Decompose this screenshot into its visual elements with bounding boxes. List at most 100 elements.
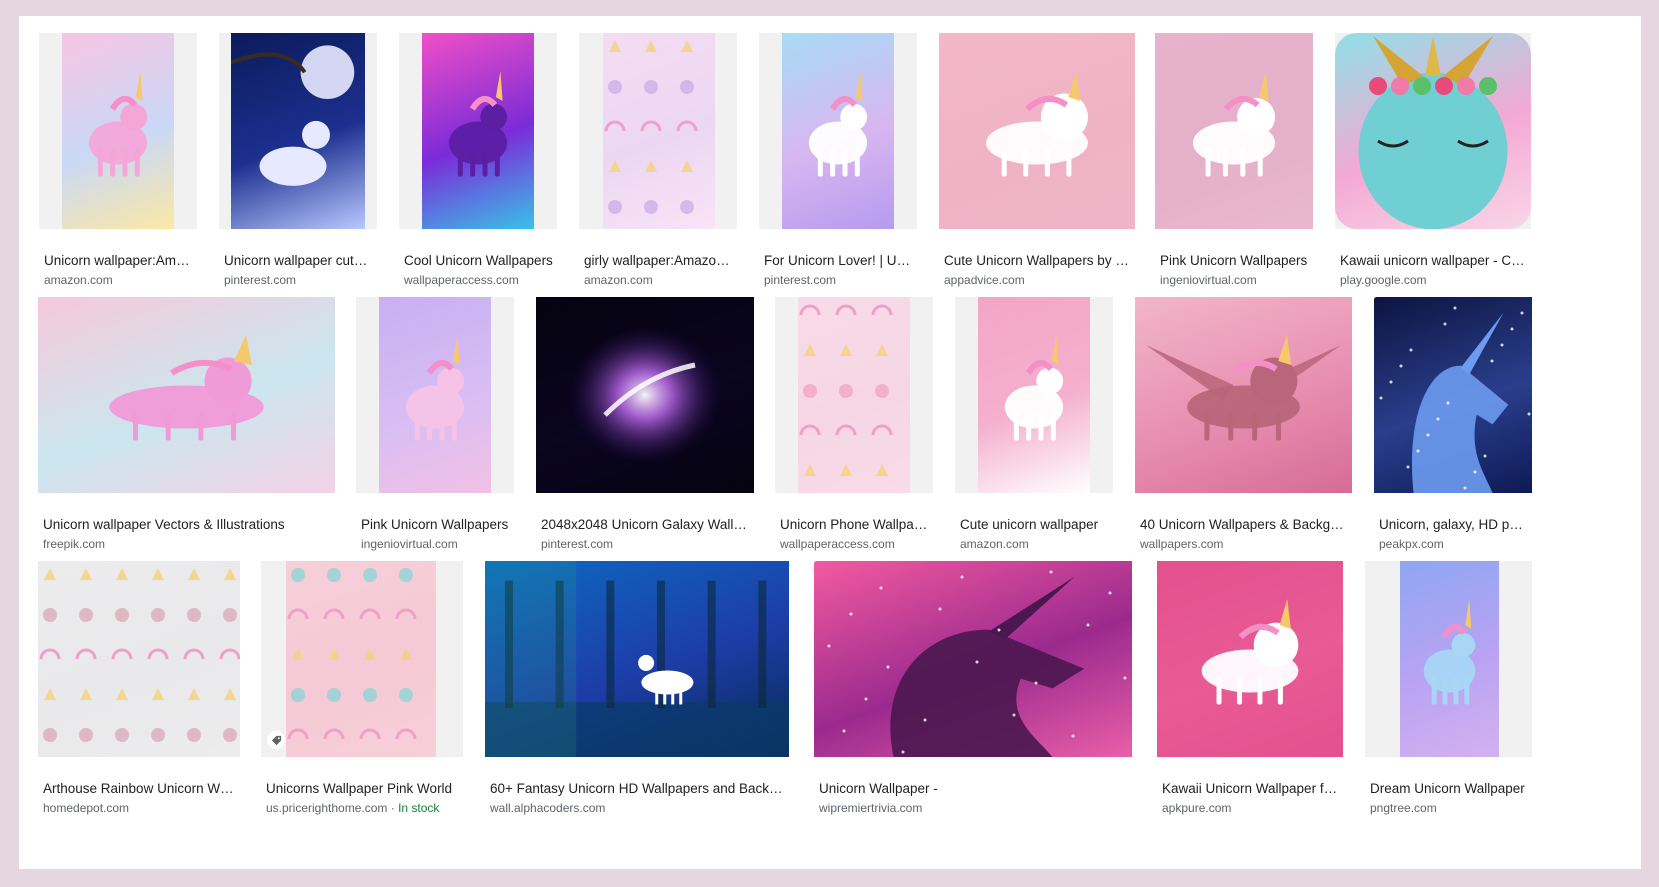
result-title[interactable]: Unicorn wallpaper:Amazon.com:Appstore fo… — [44, 252, 193, 269]
result-source[interactable]: pinterest.com — [541, 537, 750, 552]
image-thumbnail[interactable] — [1157, 561, 1343, 757]
image-thumbnail[interactable] — [798, 297, 910, 493]
image-thumbnail[interactable] — [231, 33, 365, 229]
image-thumbnail[interactable] — [603, 33, 715, 229]
image-result-tile[interactable]: Kawaii Unicorn Wallpaper for Android apkp… — [1157, 561, 1343, 823]
result-title[interactable]: Kawaii Unicorn Wallpaper for Android — [1162, 780, 1339, 797]
result-source[interactable]: freepik.com — [43, 537, 331, 552]
result-source[interactable]: amazon.com — [44, 273, 193, 288]
result-source[interactable]: apkpure.com — [1162, 801, 1339, 816]
image-result-tile[interactable]: Unicorn Phone Wallpapers wallpaperaccess.… — [775, 297, 933, 559]
image-result-tile[interactable]: For Unicorn Lover! | Unicorn wallpaper pi… — [759, 33, 917, 295]
result-source[interactable]: wipremiertrivia.com — [819, 801, 1128, 816]
image-thumbnail[interactable] — [379, 297, 491, 493]
image-result-tile[interactable]: Cute Unicorn Wallpapers by ZEDGE appadvic… — [939, 33, 1135, 295]
result-title[interactable]: girly wallpaper:Amazon.com — [584, 252, 733, 269]
image-thumbnail[interactable] — [1374, 297, 1532, 493]
image-thumbnail[interactable] — [1135, 297, 1352, 493]
image-thumbnail-frame[interactable] — [1365, 561, 1532, 757]
result-source[interactable]: wallpaperaccess.com — [404, 273, 553, 288]
image-result-tile[interactable]: Unicorn Wallpaper - wipremiertrivia.com — [814, 561, 1132, 823]
image-thumbnail-frame[interactable] — [399, 33, 557, 229]
image-thumbnail-frame[interactable] — [39, 33, 197, 229]
image-result-tile[interactable]: Unicorn wallpaper Vectors & Illustration… — [38, 297, 335, 559]
image-thumbnail-frame[interactable] — [38, 561, 240, 757]
result-title[interactable]: 2048x2048 Unicorn Galaxy Wallpapers — [541, 516, 750, 533]
result-source[interactable]: pinterest.com — [764, 273, 913, 288]
image-thumbnail[interactable] — [38, 561, 240, 757]
image-thumbnail-frame[interactable] — [1374, 297, 1532, 493]
result-title[interactable]: Pink Unicorn Wallpapers — [361, 516, 510, 533]
image-result-tile[interactable]: Dream Unicorn Wallpaper pngtree.com — [1365, 561, 1532, 823]
result-source[interactable]: wallpaperaccess.com — [780, 537, 929, 552]
image-result-tile[interactable]: Unicorn wallpaper:Amazon.com:Appstore fo… — [39, 33, 197, 295]
result-source[interactable]: ingeniovirtual.com — [1160, 273, 1309, 288]
image-result-tile[interactable]: Unicorns Wallpaper Pink World us.pricerig… — [261, 561, 463, 823]
result-source[interactable]: pinterest.com — [224, 273, 373, 288]
result-title[interactable]: Unicorn wallpaper cute pink — [224, 252, 373, 269]
result-source[interactable]: wallpapers.com — [1140, 537, 1348, 552]
image-result-tile[interactable]: Cute unicorn wallpaper amazon.com — [955, 297, 1113, 559]
image-thumbnail[interactable] — [536, 297, 754, 493]
image-thumbnail-frame[interactable] — [485, 561, 789, 757]
result-source[interactable]: amazon.com — [960, 537, 1109, 552]
result-source[interactable]: ingeniovirtual.com — [361, 537, 510, 552]
result-title[interactable]: 60+ Fantasy Unicorn HD Wallpapers and Ba… — [490, 780, 785, 797]
image-thumbnail[interactable] — [62, 33, 174, 229]
image-thumbnail[interactable] — [978, 297, 1090, 493]
image-thumbnail-frame[interactable] — [1135, 297, 1352, 493]
image-thumbnail[interactable] — [38, 297, 335, 493]
result-title[interactable]: Cool Unicorn Wallpapers — [404, 252, 553, 269]
result-title[interactable]: Cute Unicorn Wallpapers by ZEDGE — [944, 252, 1131, 269]
image-result-tile[interactable]: Kawaii unicorn wallpaper - Cute Unicorn p… — [1335, 33, 1531, 295]
image-result-tile[interactable]: 60+ Fantasy Unicorn HD Wallpapers and Ba… — [485, 561, 789, 823]
result-title[interactable]: Cute unicorn wallpaper — [960, 516, 1109, 533]
image-thumbnail[interactable] — [422, 33, 534, 229]
result-title[interactable]: Unicorns Wallpaper Pink World — [266, 780, 459, 797]
image-result-tile[interactable]: Pink Unicorn Wallpapers ingeniovirtual.co… — [356, 297, 514, 559]
image-thumbnail-frame[interactable] — [775, 297, 933, 493]
result-title[interactable]: Unicorn Wallpaper - — [819, 780, 1128, 797]
result-source[interactable]: pngtree.com — [1370, 801, 1528, 816]
result-title[interactable]: Dream Unicorn Wallpaper — [1370, 780, 1528, 797]
image-thumbnail[interactable] — [939, 33, 1135, 229]
image-result-tile[interactable]: 40 Unicorn Wallpapers & Backgrounds wallp… — [1135, 297, 1352, 559]
image-thumbnail-frame[interactable] — [38, 297, 335, 493]
image-thumbnail-frame[interactable] — [261, 561, 463, 757]
image-thumbnail-frame[interactable] — [1335, 33, 1531, 229]
image-result-tile[interactable]: Unicorn, galaxy, HD phone wallpaper peakp… — [1374, 297, 1532, 559]
result-source[interactable]: us.pricerighthome.com · In stock — [266, 801, 459, 816]
result-title[interactable]: Pink Unicorn Wallpapers — [1160, 252, 1309, 269]
result-source[interactable]: homedepot.com — [43, 801, 236, 816]
image-result-tile[interactable]: girly wallpaper:Amazon.com amazon.com — [579, 33, 737, 295]
image-thumbnail[interactable] — [485, 561, 789, 757]
result-title[interactable]: Kawaii unicorn wallpaper - Cute Unicorn — [1340, 252, 1527, 269]
image-result-tile[interactable]: Arthouse Rainbow Unicorn White Wallpaper… — [38, 561, 240, 823]
image-thumbnail-frame[interactable] — [814, 561, 1132, 757]
image-result-tile[interactable]: Unicorn wallpaper cute pink pinterest.com — [219, 33, 377, 295]
image-thumbnail-frame[interactable] — [955, 297, 1113, 493]
image-thumbnail[interactable] — [1335, 33, 1531, 229]
result-title[interactable]: For Unicorn Lover! | Unicorn wallpaper — [764, 252, 913, 269]
image-thumbnail-frame[interactable] — [1155, 33, 1313, 229]
image-thumbnail-frame[interactable] — [1157, 561, 1343, 757]
result-title[interactable]: 40 Unicorn Wallpapers & Backgrounds — [1140, 516, 1348, 533]
result-source[interactable]: play.google.com — [1340, 273, 1527, 288]
image-thumbnail[interactable] — [286, 561, 436, 757]
image-thumbnail-frame[interactable] — [939, 33, 1135, 229]
result-source[interactable]: amazon.com — [584, 273, 733, 288]
result-title[interactable]: Unicorn, galaxy, HD phone wallpaper — [1379, 516, 1528, 533]
image-thumbnail-frame[interactable] — [579, 33, 737, 229]
image-thumbnail[interactable] — [1400, 561, 1499, 757]
result-title[interactable]: Unicorn wallpaper Vectors & Illustration… — [43, 516, 331, 533]
result-source[interactable]: wall.alphacoders.com — [490, 801, 785, 816]
image-thumbnail-frame[interactable] — [759, 33, 917, 229]
result-source[interactable]: appadvice.com — [944, 273, 1131, 288]
image-result-tile[interactable]: Pink Unicorn Wallpapers ingeniovirtual.co… — [1155, 33, 1313, 295]
image-result-tile[interactable]: Cool Unicorn Wallpapers wallpaperaccess.c… — [399, 33, 557, 295]
result-title[interactable]: Unicorn Phone Wallpapers — [780, 516, 929, 533]
image-thumbnail-frame[interactable] — [219, 33, 377, 229]
image-thumbnail-frame[interactable] — [356, 297, 514, 493]
image-thumbnail[interactable] — [1155, 33, 1313, 229]
image-thumbnail[interactable] — [782, 33, 894, 229]
